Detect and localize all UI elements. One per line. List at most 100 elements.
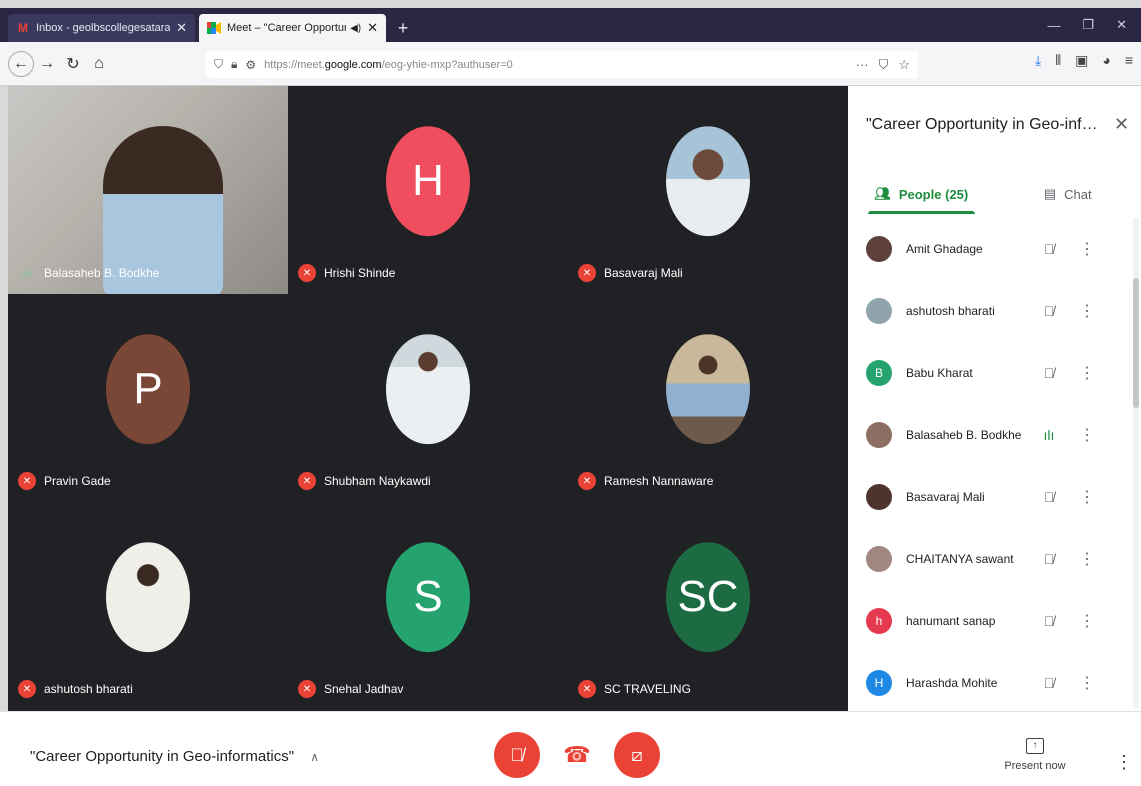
camera-toggle-button[interactable]: ⧄ xyxy=(614,732,660,778)
avatar xyxy=(866,546,892,572)
people-list: Amit Ghadage 🎙̸ ⋮ ashutosh bharati 🎙̸ ⋮ … xyxy=(848,218,1141,714)
participant-tile[interactable]: ✕ Basavaraj Mali xyxy=(568,86,848,294)
participant-name-row: ✕ Basavaraj Mali xyxy=(578,264,683,282)
list-item[interactable]: CHAITANYA sawant 🎙̸ ⋮ xyxy=(848,528,1141,590)
list-item[interactable]: ashutosh bharati 🎙̸ ⋮ xyxy=(848,280,1141,342)
home-icon[interactable]: ⌂ xyxy=(86,51,112,77)
mic-off-icon: ✕ xyxy=(298,472,316,490)
bookmark-star-icon[interactable]: ☆ xyxy=(898,57,910,73)
participant-name: Snehal Jadhav xyxy=(324,682,404,696)
meeting-details-toggle[interactable]: "Career Opportunity in Geo-informatics" … xyxy=(30,748,319,765)
participant-tile[interactable]: ✕ Ramesh Nannaware xyxy=(568,294,848,502)
extension-icon[interactable]: ◕ xyxy=(1102,52,1110,69)
forward-icon[interactable]: → xyxy=(34,51,60,77)
list-item[interactable]: Basavaraj Mali 🎙̸ ⋮ xyxy=(848,466,1141,528)
list-item[interactable]: Amit Ghadage 🎙̸ ⋮ xyxy=(848,218,1141,280)
participant-photo xyxy=(106,542,190,653)
mic-off-icon: 🎙̸ xyxy=(510,744,524,765)
more-options-icon[interactable]: ⋮ xyxy=(1072,425,1102,445)
close-icon[interactable]: ✕ xyxy=(1114,114,1129,135)
participant-avatar: S xyxy=(386,542,470,653)
library-icon[interactable]: ⫴ xyxy=(1055,52,1061,69)
meet-icon xyxy=(207,21,221,35)
chevron-up-icon: ∧ xyxy=(310,750,320,764)
shield-icon[interactable]: ⛉ xyxy=(214,57,223,72)
participant-tile[interactable]: P ✕ Pravin Gade xyxy=(8,294,288,502)
url-path: /eog-yhie-mxp?authuser=0 xyxy=(381,58,513,71)
participant-tile[interactable]: ✕ ashutosh bharati xyxy=(8,502,288,710)
mic-toggle-button[interactable]: 🎙̸ xyxy=(494,732,540,778)
list-item[interactable]: H Harashda Mohite 🎙̸ ⋮ xyxy=(848,652,1141,714)
mic-off-icon: ✕ xyxy=(18,680,36,698)
participant-tile[interactable]: SC ✕ SC TRAVELING xyxy=(568,502,848,710)
avatar xyxy=(866,298,892,324)
present-now-button[interactable]: ↑ Present now xyxy=(996,738,1074,772)
avatar xyxy=(866,484,892,510)
restore-icon[interactable]: ❐ xyxy=(1082,17,1094,33)
tab-title: Inbox - geolbscollegesatara@ xyxy=(36,22,171,34)
participant-name: Basavaraj Mali xyxy=(604,266,683,280)
mic-off-icon: 🎙̸ xyxy=(1043,241,1055,257)
browser-tab-strip: M Inbox - geolbscollegesatara@ ✕ Meet – … xyxy=(0,8,1141,42)
more-options-icon[interactable]: ⋮ xyxy=(1072,673,1102,693)
participant-tile[interactable]: ✕ Shubham Naykawdi xyxy=(288,294,568,502)
participant-name: Shubham Naykawdi xyxy=(324,474,431,488)
mic-off-icon: 🎙̸ xyxy=(1043,551,1055,567)
permissions-icon[interactable]: ⚙ xyxy=(245,58,256,72)
tab-chat[interactable]: ▤ Chat xyxy=(995,174,1141,214)
participant-tile[interactable]: S ✕ Snehal Jadhav xyxy=(288,502,568,710)
participant-name: Pravin Gade xyxy=(44,474,111,488)
minimize-icon[interactable]: — xyxy=(1047,18,1060,33)
more-options-icon[interactable]: ⋮ xyxy=(1072,487,1102,507)
list-item[interactable]: B Babu Kharat 🎙̸ ⋮ xyxy=(848,342,1141,404)
more-options-icon[interactable]: ⋮ xyxy=(1115,752,1133,773)
more-options-icon[interactable]: ⋮ xyxy=(1072,301,1102,321)
avatar xyxy=(866,422,892,448)
participant-avatar: SC xyxy=(666,542,750,653)
video-grid: ılı Balasaheb B. Bodkhe H ✕ Hrishi Shind… xyxy=(8,86,848,711)
tab-people[interactable]: 👥︎ People (25) xyxy=(848,174,995,214)
speaker-icon[interactable]: ◀) xyxy=(350,23,361,34)
participant-name: Balasaheb B. Bodkhe xyxy=(44,266,160,280)
mic-off-icon: ✕ xyxy=(298,680,316,698)
tab-people-label: People (25) xyxy=(898,186,969,202)
participant-name: Hrishi Shinde xyxy=(324,266,396,280)
panel-scrollbar[interactable] xyxy=(1133,218,1139,708)
participant-name-row: ✕ ashutosh bharati xyxy=(18,680,133,698)
navigation-bar: ← → ↻ ⌂ ⛉ 🔒︎ ⚙ https://meet. google.com/e… xyxy=(0,42,1141,86)
close-icon[interactable]: ✕ xyxy=(176,20,187,36)
more-options-icon[interactable]: ⋮ xyxy=(1072,363,1102,383)
close-icon[interactable]: ✕ xyxy=(367,20,378,36)
page-actions-icon[interactable]: ··· xyxy=(856,57,869,73)
audio-level-icon: ılı xyxy=(1043,427,1055,443)
address-bar[interactable]: ⛉ 🔒︎ ⚙ https://meet. google.com/eog-yhie-… xyxy=(206,51,918,78)
participant-photo xyxy=(666,126,750,237)
lock-icon[interactable]: 🔒︎ xyxy=(231,57,237,72)
new-tab-button[interactable]: + xyxy=(390,14,416,42)
browser-tab-inbox[interactable]: M Inbox - geolbscollegesatara@ ✕ xyxy=(8,14,195,42)
close-window-icon[interactable]: ✕ xyxy=(1116,17,1127,33)
participant-tile[interactable]: H ✕ Hrishi Shinde xyxy=(288,86,568,294)
people-panel: "Career Opportunity in Geo-infor... ✕ 👥︎… xyxy=(848,86,1141,711)
scrollbar-thumb[interactable] xyxy=(1133,278,1139,408)
present-icon: ↑ xyxy=(1026,738,1044,754)
avatar xyxy=(866,236,892,262)
more-options-icon[interactable]: ⋮ xyxy=(1072,611,1102,631)
back-icon[interactable]: ← xyxy=(8,50,34,77)
participant-tile[interactable]: ılı Balasaheb B. Bodkhe xyxy=(8,86,288,294)
reload-icon[interactable]: ↻ xyxy=(60,51,86,77)
more-options-icon[interactable]: ⋮ xyxy=(1072,239,1102,259)
sidebar-icon[interactable]: ▣ xyxy=(1075,52,1088,69)
participant-name-row: ✕ Snehal Jadhav xyxy=(298,680,403,698)
pocket-icon[interactable]: ⛉ xyxy=(879,57,889,73)
more-options-icon[interactable]: ⋮ xyxy=(1072,549,1102,569)
menu-icon[interactable]: ≡ xyxy=(1125,52,1133,69)
participant-name-row: ılı Balasaheb B. Bodkhe xyxy=(18,264,159,282)
avatar: H xyxy=(866,670,892,696)
browser-tab-meet[interactable]: Meet – "Career Opportunit ◀) ✕ xyxy=(199,14,386,42)
list-item[interactable]: Balasaheb B. Bodkhe ılı ⋮ xyxy=(848,404,1141,466)
download-icon[interactable]: ⤓ xyxy=(1035,52,1041,69)
list-item[interactable]: h hanumant sanap 🎙̸ ⋮ xyxy=(848,590,1141,652)
tab-title: Meet – "Career Opportunit xyxy=(227,22,347,34)
leave-call-button[interactable]: ☎︎ xyxy=(554,732,600,778)
